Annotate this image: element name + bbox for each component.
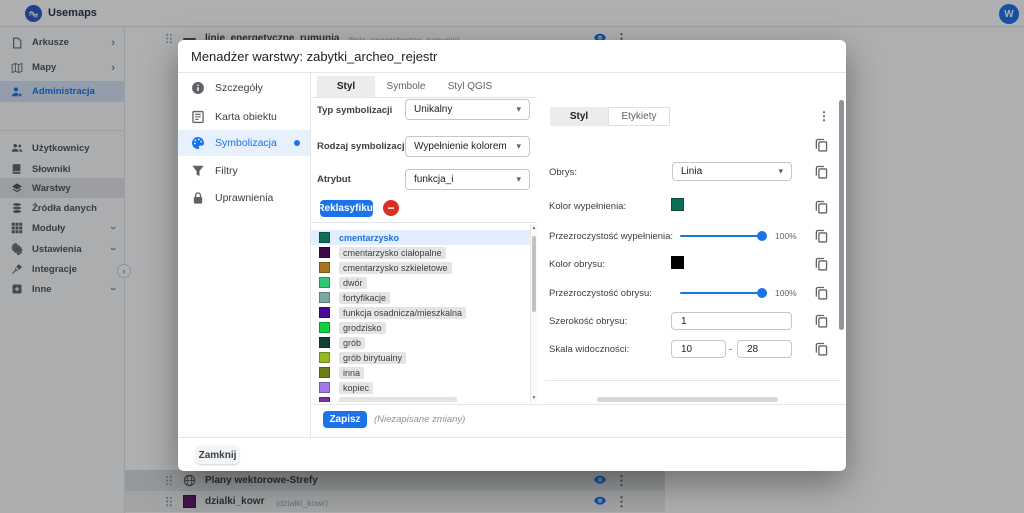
zamknij-button[interactable]: Zamknij — [196, 446, 239, 464]
legend-item[interactable]: dwór — [311, 275, 530, 290]
legend-color-swatch — [319, 292, 330, 303]
copy-icon[interactable] — [814, 165, 829, 180]
unsaved-indicator-dot — [294, 140, 300, 146]
modal-nav-karta-obiektu[interactable]: Karta obiektu — [178, 104, 310, 130]
legend-color-swatch — [319, 382, 330, 393]
legend-item[interactable]: fortyfikacje — [311, 290, 530, 305]
legend-color-swatch — [319, 277, 330, 288]
skala-widocznosci-label: Skala widoczności: — [549, 344, 629, 355]
legend-item[interactable]: grodzisko — [311, 320, 530, 335]
tabs-divider — [310, 97, 537, 98]
info-icon — [191, 81, 205, 95]
modal-nav-uprawnienia[interactable]: Uprawnienia — [178, 185, 310, 211]
legend-color-swatch — [319, 247, 330, 258]
style-panel-scrollbar[interactable] — [839, 100, 844, 330]
legend-color-swatch — [319, 352, 330, 363]
legend-color-swatch — [319, 322, 330, 333]
legend-scrollbar[interactable]: ▲ ▼ — [530, 224, 537, 402]
typ-symbolizacji-label: Typ symbolizacji — [317, 105, 392, 116]
tab-styl[interactable]: Styl — [317, 76, 375, 97]
scale-range-dash: - — [729, 344, 732, 355]
legend-color-swatch — [319, 397, 330, 402]
scale-min-input[interactable]: 10 — [671, 340, 726, 358]
obrys-select[interactable]: Linia▾ — [672, 162, 792, 181]
tab-styl-qgis[interactable]: Styl QGIS — [437, 76, 503, 97]
atrybut-label: Atrybut — [317, 174, 351, 185]
scale-max-input[interactable]: 28 — [737, 340, 792, 358]
legend-item[interactable]: inna — [311, 365, 530, 380]
fill-opacity-slider[interactable] — [680, 235, 765, 237]
caret-down-icon: ▾ — [516, 174, 521, 185]
caret-down-icon: ▾ — [778, 166, 783, 177]
copy-icon[interactable] — [814, 200, 829, 215]
legend-item[interactable]: grób birytualny — [311, 350, 530, 365]
stroke-color-swatch[interactable] — [671, 256, 684, 269]
kolor-wypelnienia-label: Kolor wypełnienia: — [549, 201, 626, 212]
rodzaj-symbolizacji-label: Rodzaj symbolizacji — [317, 141, 407, 152]
typ-symbolizacji-select[interactable]: Unikalny▾ — [405, 99, 530, 120]
legend-color-swatch — [319, 262, 330, 273]
copy-icon[interactable] — [814, 138, 829, 153]
copy-icon[interactable] — [814, 286, 829, 301]
copy-icon[interactable] — [814, 314, 829, 329]
modal-nav-filtry[interactable]: Filtry — [178, 158, 310, 184]
filter-icon — [191, 164, 205, 178]
style-panel-divider — [545, 380, 840, 381]
fill-color-swatch[interactable] — [671, 198, 684, 211]
lock-icon — [191, 191, 205, 205]
reklasyfikuj-button[interactable]: Reklasyfikuj — [320, 200, 373, 217]
przezroczystosc-wypelnienia-label: Przezroczystość wypełnienia: — [549, 231, 673, 242]
stroke-width-input[interactable]: 1 — [671, 312, 792, 330]
stroke-opacity-value: 100% — [775, 288, 797, 298]
legend-color-swatch — [319, 307, 330, 318]
legend-item[interactable] — [311, 395, 530, 402]
modal-nav-szczegoly[interactable]: Szczegóły — [178, 75, 310, 101]
rodzaj-symbolizacji-select[interactable]: Wypełnienie kolorem▾ — [405, 136, 530, 157]
legend-item[interactable]: grób — [311, 335, 530, 350]
horizontal-scrollbar-thumb[interactable] — [597, 397, 778, 402]
legend-color-swatch — [319, 232, 330, 243]
kolor-obrysu-label: Kolor obrysu: — [549, 259, 605, 270]
style-panel-kebab-icon[interactable]: ⋮ — [818, 110, 830, 122]
legend-item[interactable]: cmentarzysko szkieletowe — [311, 260, 530, 275]
caret-down-icon: ▾ — [516, 104, 521, 115]
modal-title: Menadżer warstwy: zabytki_archeo_rejestr — [191, 49, 437, 64]
zapisz-button[interactable]: Zapisz — [323, 411, 367, 428]
legend-color-swatch — [319, 367, 330, 378]
palette-icon — [191, 136, 205, 150]
header-divider — [178, 72, 846, 73]
scroll-up-icon[interactable]: ▲ — [531, 225, 537, 231]
szerokosc-obrysu-label: Szerokość obrysu: — [549, 316, 627, 327]
layer-manager-modal: Menadżer warstwy: zabytki_archeo_rejestr… — [178, 40, 846, 471]
modal-bottom-divider — [178, 437, 846, 438]
legend-item[interactable]: funkcja osadnicza/mieszkalna — [311, 305, 530, 320]
slider-knob[interactable] — [757, 231, 767, 241]
legend-color-swatch — [319, 337, 330, 348]
legend-item[interactable]: cmentarzysko — [311, 230, 530, 245]
caret-down-icon: ▾ — [516, 141, 521, 152]
legend-item[interactable]: kopiec — [311, 380, 530, 395]
obrys-label: Obrys: — [549, 167, 577, 178]
legend-item[interactable]: cmentarzysko ciałopalne — [311, 245, 530, 260]
copy-icon[interactable] — [814, 342, 829, 357]
unsaved-changes-note: (Niezapisane zmiany) — [374, 414, 465, 425]
stroke-opacity-slider[interactable] — [680, 292, 765, 294]
style-panel-tab-etykiety[interactable]: Etykiety — [608, 107, 670, 126]
tab-symbole[interactable]: Symbole — [375, 76, 437, 97]
atrybut-select[interactable]: funkcja_i▾ — [405, 169, 530, 190]
scroll-down-icon[interactable]: ▼ — [531, 395, 537, 401]
form-card-icon — [191, 110, 205, 124]
modal-nav-symbolizacja[interactable]: Symbolizacja — [178, 130, 310, 156]
legend-class-list: cmentarzysko cmentarzysko ciałopalne cme… — [311, 224, 530, 402]
legend-scrollbar-thumb[interactable] — [532, 236, 536, 312]
copy-icon[interactable] — [814, 257, 829, 272]
style-panel-tab-styl[interactable]: Styl — [550, 107, 608, 126]
slider-knob[interactable] — [757, 288, 767, 298]
przezroczystosc-obrysu-label: Przezroczystość obrysu: — [549, 288, 652, 299]
copy-icon[interactable] — [814, 229, 829, 244]
footer-divider — [310, 404, 846, 405]
remove-class-button[interactable]: − — [383, 200, 399, 216]
list-top-divider — [310, 222, 537, 223]
fill-opacity-value: 100% — [775, 231, 797, 241]
